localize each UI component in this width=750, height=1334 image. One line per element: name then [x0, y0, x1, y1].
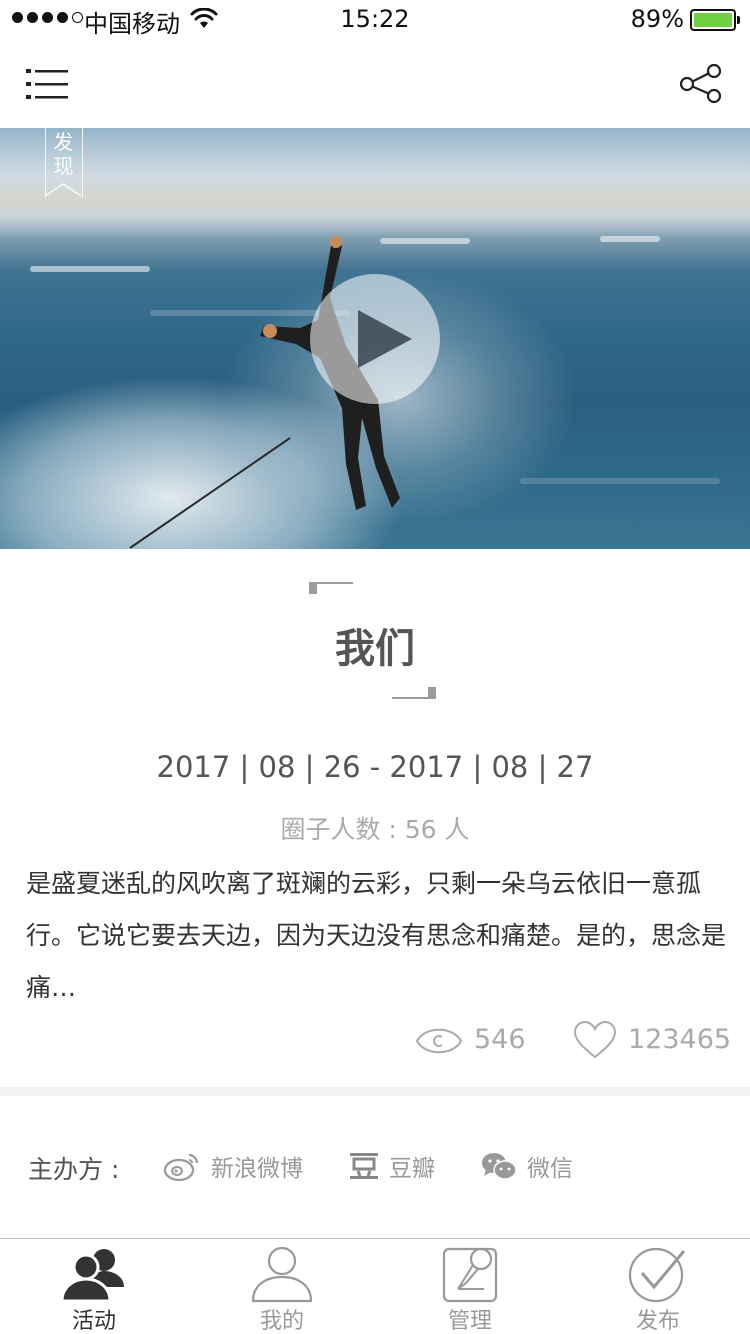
tab-label: 我的 — [259, 1309, 304, 1334]
tab-label: 管理 — [447, 1309, 492, 1334]
manage-icon — [442, 1247, 498, 1303]
tab-manage[interactable]: 管理 — [376, 1239, 564, 1334]
event-stats: 546 123465 — [0, 1018, 750, 1064]
menu-icon[interactable] — [26, 66, 70, 102]
organizer-name: 新浪微博 — [211, 1156, 303, 1182]
status-bar: 中国移动 15:22 89% — [0, 0, 750, 40]
hero-video-thumbnail[interactable]: 发现 — [0, 128, 750, 549]
weibo-icon — [163, 1153, 199, 1181]
member-count: 圈子人数 : 56 人 — [280, 815, 470, 844]
title-corner-decoration — [309, 582, 353, 594]
tab-mine[interactable]: 我的 — [188, 1239, 376, 1334]
view-count: 546 — [474, 1024, 526, 1055]
organizer-name: 微信 — [527, 1156, 573, 1182]
organizer-name: 豆瓣 — [389, 1156, 435, 1182]
title-block: 我们 — [0, 580, 750, 700]
wechat-icon — [482, 1153, 517, 1180]
battery-icon — [690, 9, 740, 31]
tab-label: 活动 — [71, 1309, 116, 1334]
tab-publish[interactable]: 发布 — [564, 1239, 750, 1334]
organizers-label: 主办方 : — [28, 1155, 120, 1184]
tab-bar: 活动 我的 管理 发布 — [0, 1238, 750, 1334]
share-icon[interactable] — [678, 62, 724, 106]
organizer-wechat[interactable]: 微信 — [481, 1146, 573, 1186]
publish-check-icon — [628, 1247, 686, 1303]
tab-activity[interactable]: 活动 — [0, 1239, 188, 1334]
organizer-weibo[interactable]: 新浪微博 — [163, 1146, 303, 1186]
user-icon — [251, 1246, 313, 1303]
people-icon — [60, 1249, 124, 1303]
heart-icon[interactable] — [573, 1020, 617, 1060]
event-title: 我们 — [335, 626, 415, 672]
event-date-range: 2017 | 08 | 26 - 2017 | 08 | 27 — [156, 750, 594, 784]
organizers: 主办方 : 新浪微博 豆瓣 微信 — [0, 1142, 750, 1192]
event-description: 是盛夏迷乱的风吹离了斑斓的云彩，只剩一朵乌云依旧一意孤行。它说它要去天边，因为天… — [26, 869, 727, 1002]
douban-icon — [350, 1153, 378, 1179]
eye-icon — [415, 1028, 463, 1054]
play-button[interactable] — [310, 274, 440, 404]
title-corner-decoration — [392, 687, 436, 699]
discover-tag: 发现 — [44, 128, 83, 198]
tab-label: 发布 — [635, 1309, 680, 1334]
battery-percent: 89% — [630, 5, 684, 33]
navigation-bar — [0, 40, 750, 128]
like-count: 123465 — [628, 1024, 732, 1055]
section-divider — [0, 1087, 750, 1096]
organizer-douban[interactable]: 豆瓣 — [349, 1146, 435, 1186]
